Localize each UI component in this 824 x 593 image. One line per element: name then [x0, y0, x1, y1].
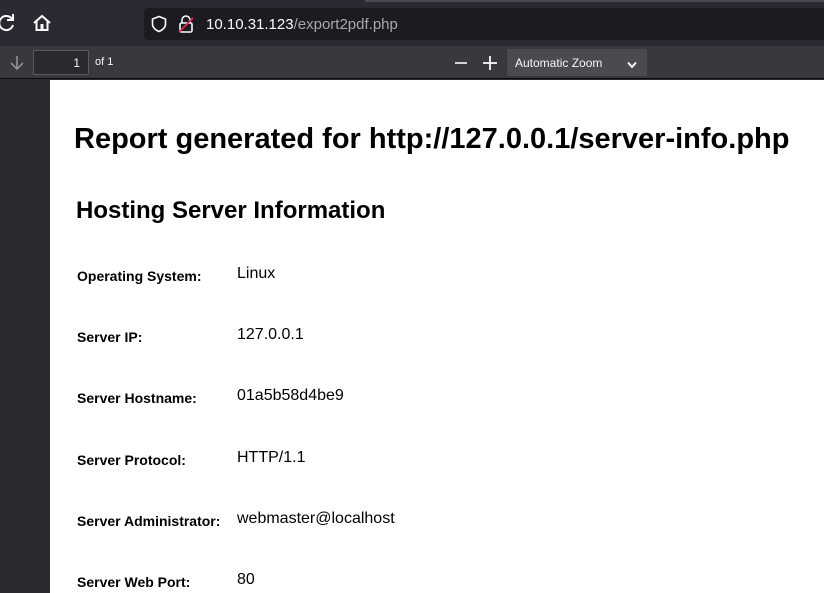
info-value: Linux	[237, 265, 276, 282]
info-row-protocol: Server Protocol: HTTP/1.1	[77, 449, 777, 473]
info-row-os: Operating System: Linux	[77, 265, 777, 289]
pdf-page: Report generated for http://127.0.0.1/se…	[50, 80, 824, 593]
page-number-input[interactable]: 1	[33, 50, 89, 75]
minus-icon[interactable]	[452, 54, 470, 77]
lock-icon[interactable]	[177, 14, 195, 39]
info-row-ip: Server IP: 127.0.0.1	[77, 326, 777, 350]
info-value: webmaster@localhost	[237, 510, 395, 527]
url-path: /export2pdf.php	[293, 16, 398, 33]
info-label: Server Web Port:	[77, 574, 191, 590]
info-row-port: Server Web Port: 80	[77, 571, 777, 593]
info-value: 80	[237, 571, 255, 588]
pdf-viewer[interactable]: Report generated for http://127.0.0.1/se…	[0, 80, 824, 593]
zoom-value: Automatic Zoom	[515, 56, 603, 70]
info-label: Server Administrator:	[77, 513, 221, 529]
zoom-select[interactable]: Automatic Zoom	[507, 49, 647, 76]
plus-icon[interactable]	[480, 53, 500, 78]
info-label: Operating System:	[77, 268, 202, 284]
info-value: HTTP/1.1	[237, 449, 306, 466]
shield-icon[interactable]	[150, 15, 168, 38]
section-title: Hosting Server Information	[76, 197, 386, 224]
browser-navbar: 10.10.31.123/export2pdf.php	[0, 0, 824, 46]
chevron-down-icon	[627, 58, 637, 72]
tab-strip-edge	[365, 0, 824, 2]
reload-icon[interactable]	[0, 11, 18, 35]
report-title: Report generated for http://127.0.0.1/se…	[74, 123, 790, 155]
pdf-toolbar: 1 of 1 Automatic Zoom	[0, 46, 824, 79]
info-label: Server Hostname:	[77, 390, 197, 406]
info-row-admin: Server Administrator: webmaster@localhos…	[77, 510, 777, 534]
info-row-hostname: Server Hostname: 01a5b58d4be9	[77, 387, 777, 411]
info-label: Server Protocol:	[77, 452, 186, 468]
info-label: Server IP:	[77, 329, 143, 345]
down-arrow-icon[interactable]	[7, 53, 27, 78]
url-host: 10.10.31.123	[206, 16, 294, 33]
page-count: of 1	[95, 56, 114, 68]
info-value: 127.0.0.1	[237, 326, 304, 343]
url-bar[interactable]: 10.10.31.123/export2pdf.php	[144, 8, 824, 40]
url-text[interactable]: 10.10.31.123/export2pdf.php	[206, 16, 398, 33]
info-value: 01a5b58d4be9	[237, 387, 344, 404]
home-icon[interactable]	[30, 11, 54, 35]
